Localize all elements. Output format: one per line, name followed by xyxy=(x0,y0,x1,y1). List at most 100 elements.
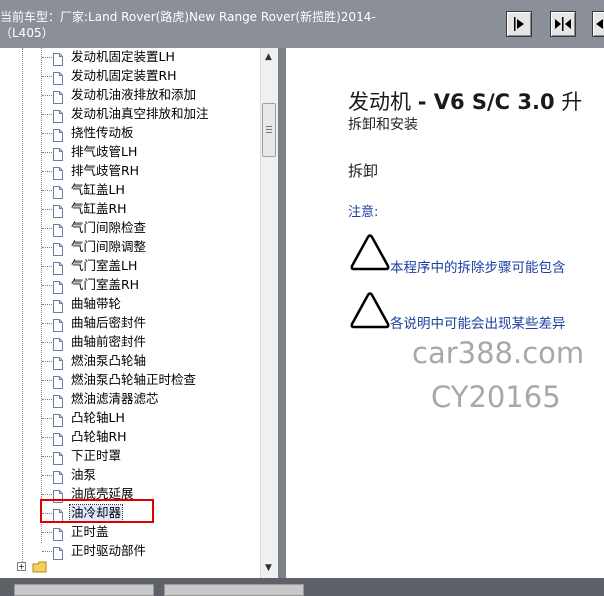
tree-item[interactable]: 发动机固定装置LH xyxy=(0,48,260,67)
tree-connector xyxy=(42,266,52,267)
tree-connector xyxy=(42,532,52,533)
tree-item-label: 气门室盖RH xyxy=(71,277,140,292)
tree-connector xyxy=(42,551,52,552)
tree-item-label: 燃油泵凸轮轴 xyxy=(71,353,147,368)
tree-item-label: 燃油泵凸轮轴正时检查 xyxy=(71,372,197,387)
tree-item[interactable]: 燃油泵凸轮轴 xyxy=(0,352,260,371)
document-icon xyxy=(53,526,63,541)
arrow-left-button[interactable] xyxy=(592,11,604,37)
current-vehicle-model-code: （L405） xyxy=(0,26,54,40)
tree-item-label: 曲轴后密封件 xyxy=(71,315,147,330)
document-icon xyxy=(53,469,63,484)
note-label: 注意: xyxy=(348,205,379,220)
tree-item[interactable]: 燃油滤清器滤芯 xyxy=(0,390,260,409)
tree-item-label: 凸轮轴RH xyxy=(71,429,127,444)
tree-connector xyxy=(42,342,52,343)
document-subtitle: 拆卸和安装 xyxy=(348,117,418,133)
bottom-tab[interactable] xyxy=(14,584,154,596)
arrow-right-button[interactable] xyxy=(506,11,532,37)
document-icon xyxy=(53,279,63,294)
tree-connector xyxy=(42,76,52,77)
document-icon xyxy=(53,355,63,370)
tree-item[interactable]: 挠性传动板 xyxy=(0,124,260,143)
tree-item[interactable]: 正时驱动部件 xyxy=(0,542,260,561)
tree-item[interactable]: 气门间隙检查 xyxy=(0,219,260,238)
document-icon xyxy=(53,374,63,389)
tree-item-label: 气缸盖LH xyxy=(71,182,125,197)
tree-item[interactable]: 正时盖 xyxy=(0,523,260,542)
tree-item[interactable]: 气门室盖RH xyxy=(0,276,260,295)
tree-item-label: 发动机油真空排放和加注 xyxy=(71,106,209,121)
status-bar xyxy=(0,578,604,596)
arrows-inward-button[interactable] xyxy=(550,11,576,37)
tree-connector xyxy=(42,57,52,58)
scroll-up-arrow[interactable]: ▲ xyxy=(265,52,272,62)
tree-item-label: 曲轴前密封件 xyxy=(71,334,147,349)
document-icon xyxy=(53,336,63,351)
tree-connector xyxy=(42,399,52,400)
document-icon xyxy=(53,70,63,85)
tree-item-label: 燃油滤清器滤芯 xyxy=(71,391,159,406)
tree-item[interactable]: 下正时罩 xyxy=(0,447,260,466)
document-icon xyxy=(53,51,63,66)
document-pane: 发动机 - V6 S/C 3.0 升 拆卸和安装 拆卸 注意: 本程序中的拆除步… xyxy=(286,48,604,578)
tree-item[interactable]: 气缸盖RH xyxy=(0,200,260,219)
document-icon xyxy=(53,203,63,218)
document-icon xyxy=(53,260,63,275)
tree-item[interactable]: 发动机固定装置RH xyxy=(0,67,260,86)
tree-connector xyxy=(42,361,52,362)
tree-item-label: 下正时罩 xyxy=(71,448,122,463)
scroll-down-arrow[interactable]: ▼ xyxy=(265,563,272,573)
tree-connector xyxy=(42,114,52,115)
folder-icon xyxy=(32,561,47,573)
tree-item[interactable]: 气门室盖LH xyxy=(0,257,260,276)
tree-item-label: 正时驱动部件 xyxy=(71,543,147,558)
tree-item[interactable]: 油泵 xyxy=(0,466,260,485)
tree-item[interactable]: 燃油泵凸轮轴正时检查 xyxy=(0,371,260,390)
section-heading: 拆卸 xyxy=(348,162,379,180)
document-icon xyxy=(53,184,63,199)
tree-item[interactable]: 气门间隙调整 xyxy=(0,238,260,257)
tree-connector xyxy=(42,304,52,305)
document-icon xyxy=(53,393,63,408)
current-vehicle-label: 当前车型：厂家:Land Rover(路虎)New Range Rover(新揽… xyxy=(0,10,376,24)
tree-item-label: 曲轴带轮 xyxy=(71,296,122,311)
tree-item[interactable]: 发动机油液排放和添加 xyxy=(0,86,260,105)
arrows-inward-icon xyxy=(555,17,571,31)
tree-item-label: 气门间隙检查 xyxy=(71,220,147,235)
arrow-left-icon xyxy=(596,19,603,29)
tree-connector xyxy=(42,228,52,229)
tree-item[interactable]: 凸轮轴RH xyxy=(0,428,260,447)
document-icon xyxy=(53,431,63,446)
warning-text: 本程序中的拆除步骤可能包含 xyxy=(390,260,566,276)
tree-item[interactable]: 曲轴带轮 xyxy=(0,295,260,314)
document-title: 发动机 - V6 S/C 3.0 升 xyxy=(348,90,583,114)
tree-item[interactable]: 排气歧管RH xyxy=(0,162,260,181)
tree-item[interactable]: 气缸盖LH xyxy=(0,181,260,200)
watermark-code: CY20165 xyxy=(431,380,561,414)
tree-item[interactable]: 曲轴前密封件 xyxy=(0,333,260,352)
document-icon xyxy=(53,146,63,161)
tree-item[interactable]: 凸轮轴LH xyxy=(0,409,260,428)
expand-toggle-symbol: + xyxy=(18,562,25,571)
tree-connector xyxy=(42,171,52,172)
expand-toggle[interactable]: + xyxy=(17,562,26,571)
tree-item[interactable]: 发动机油真空排放和加注 xyxy=(0,105,260,124)
tree-item[interactable]: 排气歧管LH xyxy=(0,143,260,162)
pane-splitter[interactable] xyxy=(278,48,286,578)
selection-highlight-box xyxy=(40,499,154,523)
warning-text: 各说明中可能会出现某些差异 xyxy=(390,316,566,332)
document-icon xyxy=(53,127,63,142)
tree-item-label: 发动机油液排放和添加 xyxy=(71,87,197,102)
tree-scrollbar[interactable]: ▲ ▼ xyxy=(260,48,278,578)
tree-item-label: 发动机固定装置LH xyxy=(71,49,175,64)
arrow-right-icon xyxy=(514,17,524,31)
document-icon xyxy=(53,89,63,104)
bottom-tab[interactable] xyxy=(164,584,304,596)
document-icon xyxy=(53,317,63,332)
tree-item[interactable]: 曲轴后密封件 xyxy=(0,314,260,333)
tree-connector xyxy=(42,152,52,153)
scroll-thumb[interactable] xyxy=(262,103,276,157)
tree-connector xyxy=(42,456,52,457)
tree-connector xyxy=(42,209,52,210)
